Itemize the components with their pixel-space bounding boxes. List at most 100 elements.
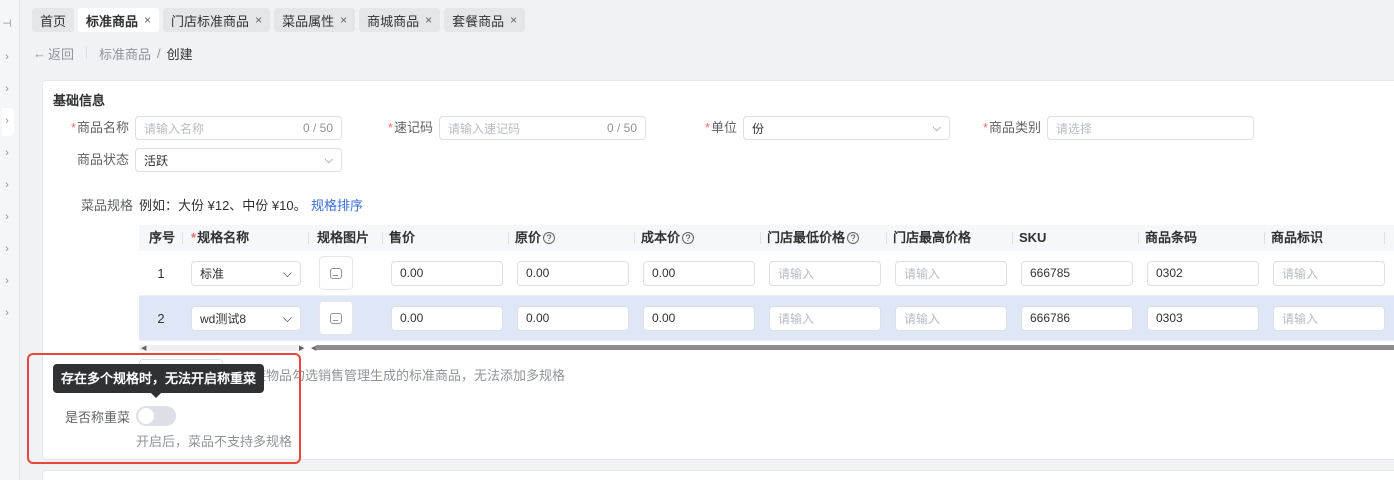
menu-collapse-icon[interactable]: ⊣ — [0, 17, 14, 31]
col-index: 序号 — [139, 225, 183, 251]
cost-price-input[interactable]: 0.00 — [643, 305, 755, 331]
tab-label: 菜品属性 — [282, 13, 335, 29]
col-goods-tag: 商品标识 — [1265, 225, 1385, 251]
close-icon[interactable]: × — [340, 13, 347, 27]
chevron-right-icon[interactable]: › — [0, 274, 14, 288]
goods-tag-cell: 请输入 — [1265, 296, 1385, 341]
table-scrollbar[interactable]: ◀ ▶ ◀ — [139, 344, 1394, 352]
original-price-input[interactable]: 0.00 — [517, 260, 629, 286]
barcode-input[interactable]: 0303 — [1147, 305, 1259, 331]
required-mark: * — [70, 120, 76, 135]
col-store-min-price: 门店最低价格? — [761, 225, 887, 251]
chevron-down-icon: ⌵ — [282, 265, 292, 280]
breadcrumb: ← 返回 标准商品 / 创建 — [33, 44, 193, 62]
chevron-right-icon[interactable]: › — [0, 306, 14, 320]
image-upload-button[interactable] — [319, 301, 353, 335]
tab-store-standard-goods[interactable]: 门店标准商品 × — [163, 8, 271, 32]
tab-standard-goods[interactable]: 标准商品 × — [78, 8, 160, 32]
close-icon[interactable]: × — [510, 13, 517, 27]
weigh-dish-label: 是否称重菜 — [65, 410, 131, 425]
table-row: 2 wd测试8 ⌵ 0.00 0.00 0.00 请输入 请输入 666786 0… — [139, 296, 1394, 341]
weigh-dish-toggle[interactable] — [136, 406, 176, 426]
chevron-right-icon[interactable]: › — [0, 242, 14, 256]
goods-status-select[interactable]: 活跃 ⌵ — [135, 148, 342, 172]
scroll-left-arrow-icon[interactable]: ◀ — [141, 344, 146, 352]
tab-home[interactable]: 首页 — [32, 8, 75, 32]
min-price-input[interactable]: 请输入 — [769, 260, 881, 286]
next-section-card — [42, 470, 1394, 480]
price-input[interactable]: 0.00 — [391, 305, 503, 331]
chevron-right-icon[interactable]: › — [0, 114, 14, 128]
close-icon[interactable]: × — [255, 13, 262, 27]
min-price-cell: 请输入 — [761, 296, 887, 341]
back-button[interactable]: ← 返回 — [33, 44, 74, 63]
quick-code-input[interactable]: 请输入速记码 0 / 50 — [439, 116, 646, 140]
weigh-disabled-tooltip: 存在多个规格时，无法开启称重菜 — [53, 364, 265, 398]
barcode-input[interactable]: 0302 — [1147, 260, 1259, 286]
chevron-right-icon[interactable]: › — [0, 210, 14, 224]
category-select[interactable]: 请选择 — [1047, 116, 1254, 140]
unit-label: *单位 — [704, 120, 737, 135]
cost-price-cell: 0.00 — [635, 296, 761, 341]
spec-image-cell — [309, 251, 383, 296]
goods-name-label: *商品名称 — [70, 120, 129, 135]
spec-label: 菜品规格 — [81, 198, 134, 213]
max-price-input[interactable]: 请输入 — [895, 305, 1007, 331]
price-cell: 0.00 — [383, 251, 509, 296]
tab-combo-goods[interactable]: 套餐商品 × — [444, 8, 526, 32]
toggle-knob — [138, 408, 154, 424]
section-title: 基础信息 — [53, 93, 106, 108]
chevron-right-icon[interactable]: › — [0, 82, 14, 96]
chevron-down-icon: ⌵ — [932, 121, 941, 134]
placeholder: 请输入速记码 — [448, 121, 521, 136]
arrow-left-icon: ← — [33, 45, 46, 61]
breadcrumb-parent[interactable]: 标准商品 — [99, 44, 151, 63]
sku-input[interactable]: 666786 — [1021, 305, 1133, 331]
unit-select[interactable]: 份 ⌵ — [743, 116, 950, 140]
image-icon — [330, 267, 342, 279]
chevron-right-icon[interactable]: › — [0, 146, 14, 160]
char-count: 0 / 50 — [302, 121, 333, 135]
required-mark: * — [982, 120, 988, 135]
sku-input[interactable]: 666785 — [1021, 260, 1133, 286]
tab-mall-goods[interactable]: 商城商品 × — [359, 8, 441, 32]
goods-tag-input[interactable]: 请输入 — [1273, 260, 1385, 286]
spec-name-select[interactable]: 标准 ⌵ — [191, 260, 301, 286]
scrollbar-left-track[interactable] — [139, 345, 303, 351]
price-input[interactable]: 0.00 — [391, 260, 503, 286]
tab-bar: 首页 标准商品 × 门店标准商品 × 菜品属性 × 商城商品 × 套餐商品 × — [32, 8, 526, 32]
chevron-right-icon[interactable]: › — [0, 50, 14, 64]
image-icon — [330, 312, 342, 324]
side-menu-strip: ⊣ › › › › › › › › › — [0, 0, 20, 480]
col-cost-price: 成本价? — [635, 225, 761, 251]
min-price-input[interactable]: 请输入 — [769, 305, 881, 331]
original-price-input[interactable]: 0.00 — [517, 305, 629, 331]
max-price-input[interactable]: 请输入 — [895, 260, 1007, 286]
spec-name-select[interactable]: wd测试8 ⌵ — [191, 305, 301, 331]
quick-code-label: *速记码 — [387, 120, 433, 135]
scrollbar-thumb[interactable] — [315, 345, 1394, 350]
col-barcode: 商品条码 — [1139, 225, 1265, 251]
tab-label: 标准商品 — [86, 13, 139, 29]
tab-dish-attributes[interactable]: 菜品属性 × — [274, 8, 356, 32]
cost-price-input[interactable]: 0.00 — [643, 260, 755, 286]
chevron-right-icon[interactable]: › — [0, 178, 14, 192]
help-icon[interactable]: ? — [682, 232, 695, 244]
close-icon[interactable]: × — [144, 13, 151, 27]
goods-name-input[interactable]: 请输入名称 0 / 50 — [135, 116, 342, 140]
goods-tag-input[interactable]: 请输入 — [1273, 305, 1385, 331]
scroll-right-arrow-icon[interactable]: ▶ — [299, 344, 304, 352]
tab-label: 门店标准商品 — [171, 13, 250, 29]
image-upload-button[interactable] — [319, 256, 353, 290]
help-icon[interactable]: ? — [847, 232, 860, 244]
sku-cell: 666786 — [1013, 296, 1139, 341]
original-price-cell: 0.00 — [509, 251, 635, 296]
spec-image-cell — [309, 296, 383, 341]
barcode-cell: 0302 — [1139, 251, 1265, 296]
col-store-max-price: 门店最高价格 — [887, 225, 1013, 251]
close-icon[interactable]: × — [425, 13, 432, 27]
breadcrumb-separator: / — [157, 45, 161, 61]
help-icon[interactable]: ? — [543, 232, 556, 244]
col-price: 售价 — [383, 225, 509, 251]
spec-sort-link[interactable]: 规格排序 — [311, 195, 363, 214]
